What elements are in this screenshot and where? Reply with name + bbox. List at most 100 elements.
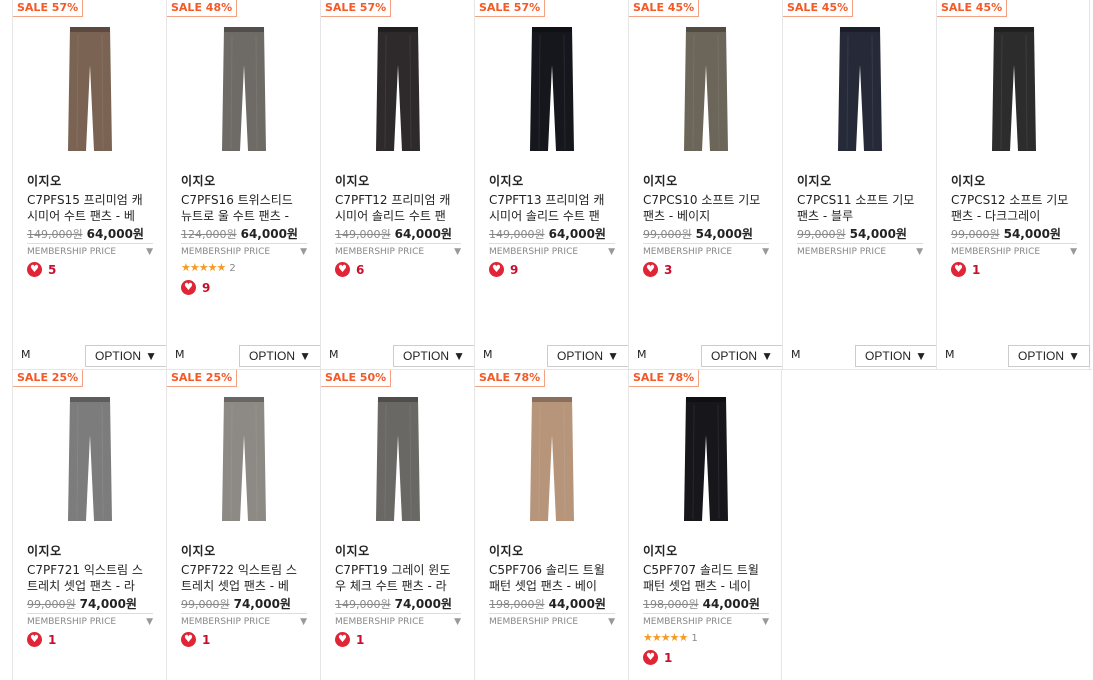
product-name[interactable]: C5PF706 솔리드 트윌 패턴 셋업 팬츠 - 베이 [489, 562, 615, 594]
product-name[interactable]: C7PFT13 프리미엄 캐시미어 솔리드 수트 팬 [489, 192, 615, 224]
brand-name[interactable]: 이지오 [643, 172, 678, 189]
product-image[interactable] [475, 22, 629, 156]
heart-icon[interactable]: ♥ [27, 262, 42, 277]
heart-icon[interactable]: ♥ [335, 262, 350, 277]
product-image[interactable] [937, 22, 1091, 156]
like-count-value: 9 [202, 280, 211, 295]
heart-icon[interactable]: ♥ [643, 262, 658, 277]
product-name[interactable]: C5PF707 솔리드 트윌 패턴 셋업 팬츠 - 네이 [643, 562, 769, 594]
size-label: M [329, 348, 339, 361]
product-card[interactable]: SALE 45% 이지오 C7PCS12 소프트 기모 팬츠 - 다크그레이 99,0… [936, 0, 1090, 369]
brand-name[interactable]: 이지오 [797, 172, 832, 189]
like-count[interactable]: ♥ 9 [489, 262, 518, 277]
like-count[interactable]: ♥ 9 [181, 280, 210, 295]
product-image[interactable] [13, 392, 167, 526]
like-count[interactable]: ♥ 5 [27, 262, 56, 277]
brand-name[interactable]: 이지오 [489, 542, 524, 559]
membership-price-toggle[interactable]: MEMBERSHIP PRICE ▼ [181, 243, 307, 257]
product-name[interactable]: C7PCS12 소프트 기모 팬츠 - 다크그레이 [951, 192, 1077, 224]
brand-name[interactable]: 이지오 [27, 172, 62, 189]
product-card[interactable]: SALE 57% 이지오 C7PFT12 프리미엄 캐시미어 솔리드 수트 팬 149… [320, 0, 475, 369]
heart-icon[interactable]: ♥ [181, 280, 196, 295]
heart-icon[interactable]: ♥ [27, 632, 42, 647]
product-name[interactable]: C7PFS16 트위스티드 뉴트로 울 수트 팬츠 - [181, 192, 307, 224]
heart-icon[interactable]: ♥ [335, 632, 350, 647]
membership-price-toggle[interactable]: MEMBERSHIP PRICE ▼ [27, 613, 153, 627]
option-button[interactable]: OPTION ▼ [547, 345, 629, 367]
product-image[interactable] [321, 392, 475, 526]
membership-price-toggle[interactable]: MEMBERSHIP PRICE ▼ [643, 243, 769, 257]
option-button[interactable]: OPTION ▼ [701, 345, 783, 367]
product-image[interactable] [783, 22, 937, 156]
like-count[interactable]: ♥ 1 [335, 632, 364, 647]
like-count[interactable]: ♥ 1 [27, 632, 56, 647]
option-button[interactable]: OPTION ▼ [1008, 345, 1090, 367]
sale-badge: SALE 25% [13, 370, 84, 387]
brand-name[interactable]: 이지오 [335, 542, 370, 559]
membership-price-toggle[interactable]: MEMBERSHIP PRICE ▼ [181, 613, 307, 627]
brand-name[interactable]: 이지오 [643, 542, 678, 559]
like-count[interactable]: ♥ 1 [951, 262, 980, 277]
membership-price-toggle[interactable]: MEMBERSHIP PRICE ▼ [27, 243, 153, 257]
option-button[interactable]: OPTION ▼ [85, 345, 167, 367]
brand-name[interactable]: 이지오 [951, 172, 986, 189]
product-card[interactable]: SALE 78% 이지오 C5PF707 솔리드 트윌 패턴 셋업 팬츠 - 네이 1… [628, 370, 782, 680]
membership-price-toggle[interactable]: MEMBERSHIP PRICE ▼ [489, 613, 615, 627]
product-card[interactable]: SALE 57% 이지오 C7PFT13 프리미엄 캐시미어 솔리드 수트 팬 149… [474, 0, 629, 369]
product-name[interactable]: C7PFS15 프리미엄 캐시미어 수트 팬츠 - 베 [27, 192, 153, 224]
product-name[interactable]: C7PFT12 프리미엄 캐시미어 솔리드 수트 팬 [335, 192, 461, 224]
product-image[interactable] [629, 22, 783, 156]
product-card[interactable]: SALE 78% 이지오 C5PF706 솔리드 트윌 패턴 셋업 팬츠 - 베이 1… [474, 370, 628, 680]
like-count[interactable]: ♥ 6 [335, 262, 364, 277]
price: 149,000원 64,000원 [489, 225, 606, 242]
option-button[interactable]: OPTION ▼ [393, 345, 475, 367]
product-name[interactable]: C7PF721 익스트림 스트레치 셋업 팬츠 - 라 [27, 562, 153, 594]
product-card[interactable]: SALE 45% 이지오 C7PCS10 소프트 기모 팬츠 - 베이지 99,000… [628, 0, 783, 369]
product-card[interactable]: SALE 57% 이지오 C7PFS15 프리미엄 캐시미어 수트 팬츠 - 베 14… [12, 0, 167, 369]
membership-price-toggle[interactable]: MEMBERSHIP PRICE ▼ [797, 243, 923, 257]
like-count[interactable]: ♥ 1 [643, 650, 672, 665]
membership-price-toggle[interactable]: MEMBERSHIP PRICE ▼ [643, 613, 769, 627]
product-card[interactable]: SALE 25% 이지오 C7PF721 익스트림 스트레치 셋업 팬츠 - 라 99… [12, 370, 166, 680]
membership-price-toggle[interactable]: MEMBERSHIP PRICE ▼ [489, 243, 615, 257]
brand-name[interactable]: 이지오 [27, 542, 62, 559]
product-name[interactable]: C7PCS10 소프트 기모 팬츠 - 베이지 [643, 192, 769, 224]
option-label: OPTION [557, 349, 604, 363]
product-image[interactable] [13, 22, 167, 156]
like-count-value: 1 [202, 632, 211, 647]
product-image[interactable] [321, 22, 475, 156]
membership-price-label: MEMBERSHIP PRICE [27, 617, 117, 627]
original-price: 99,000원 [951, 228, 1000, 241]
heart-icon[interactable]: ♥ [643, 650, 658, 665]
size-label: M [637, 348, 647, 361]
product-card[interactable]: SALE 45% 이지오 C7PCS11 소프트 기모 팬츠 - 블루 99,000원… [782, 0, 937, 369]
sale-badge: SALE 78% [629, 370, 700, 387]
product-image[interactable] [167, 392, 321, 526]
brand-name[interactable]: 이지오 [181, 172, 216, 189]
product-card[interactable]: SALE 48% 이지오 C7PFS16 트위스티드 뉴트로 울 수트 팬츠 -12… [166, 0, 321, 369]
product-image[interactable] [475, 392, 629, 526]
brand-name[interactable]: 이지오 [489, 172, 524, 189]
membership-price-label: MEMBERSHIP PRICE [181, 247, 271, 257]
like-count-value: 1 [664, 650, 673, 665]
caret-down-icon: ▼ [762, 247, 769, 257]
heart-icon[interactable]: ♥ [489, 262, 504, 277]
product-image[interactable] [167, 22, 321, 156]
heart-icon[interactable]: ♥ [181, 632, 196, 647]
option-button[interactable]: OPTION ▼ [239, 345, 321, 367]
product-name[interactable]: C7PCS11 소프트 기모 팬츠 - 블루 [797, 192, 923, 224]
membership-price-toggle[interactable]: MEMBERSHIP PRICE ▼ [951, 243, 1077, 257]
membership-price-toggle[interactable]: MEMBERSHIP PRICE ▼ [335, 613, 461, 627]
brand-name[interactable]: 이지오 [181, 542, 216, 559]
brand-name[interactable]: 이지오 [335, 172, 370, 189]
product-image[interactable] [629, 392, 783, 526]
like-count[interactable]: ♥ 1 [181, 632, 210, 647]
product-card[interactable]: SALE 50% 이지오 C7PFT19 그레이 윈도우 체크 수트 팬츠 - 라1… [320, 370, 474, 680]
option-button[interactable]: OPTION ▼ [855, 345, 937, 367]
membership-price-toggle[interactable]: MEMBERSHIP PRICE ▼ [335, 243, 461, 257]
like-count[interactable]: ♥ 3 [643, 262, 672, 277]
heart-icon[interactable]: ♥ [951, 262, 966, 277]
product-card[interactable]: SALE 25% 이지오 C7PF722 익스트림 스트레치 셋업 팬츠 - 베 99… [166, 370, 320, 680]
product-name[interactable]: C7PFT19 그레이 윈도우 체크 수트 팬츠 - 라 [335, 562, 461, 594]
product-name[interactable]: C7PF722 익스트림 스트레치 셋업 팬츠 - 베 [181, 562, 307, 594]
